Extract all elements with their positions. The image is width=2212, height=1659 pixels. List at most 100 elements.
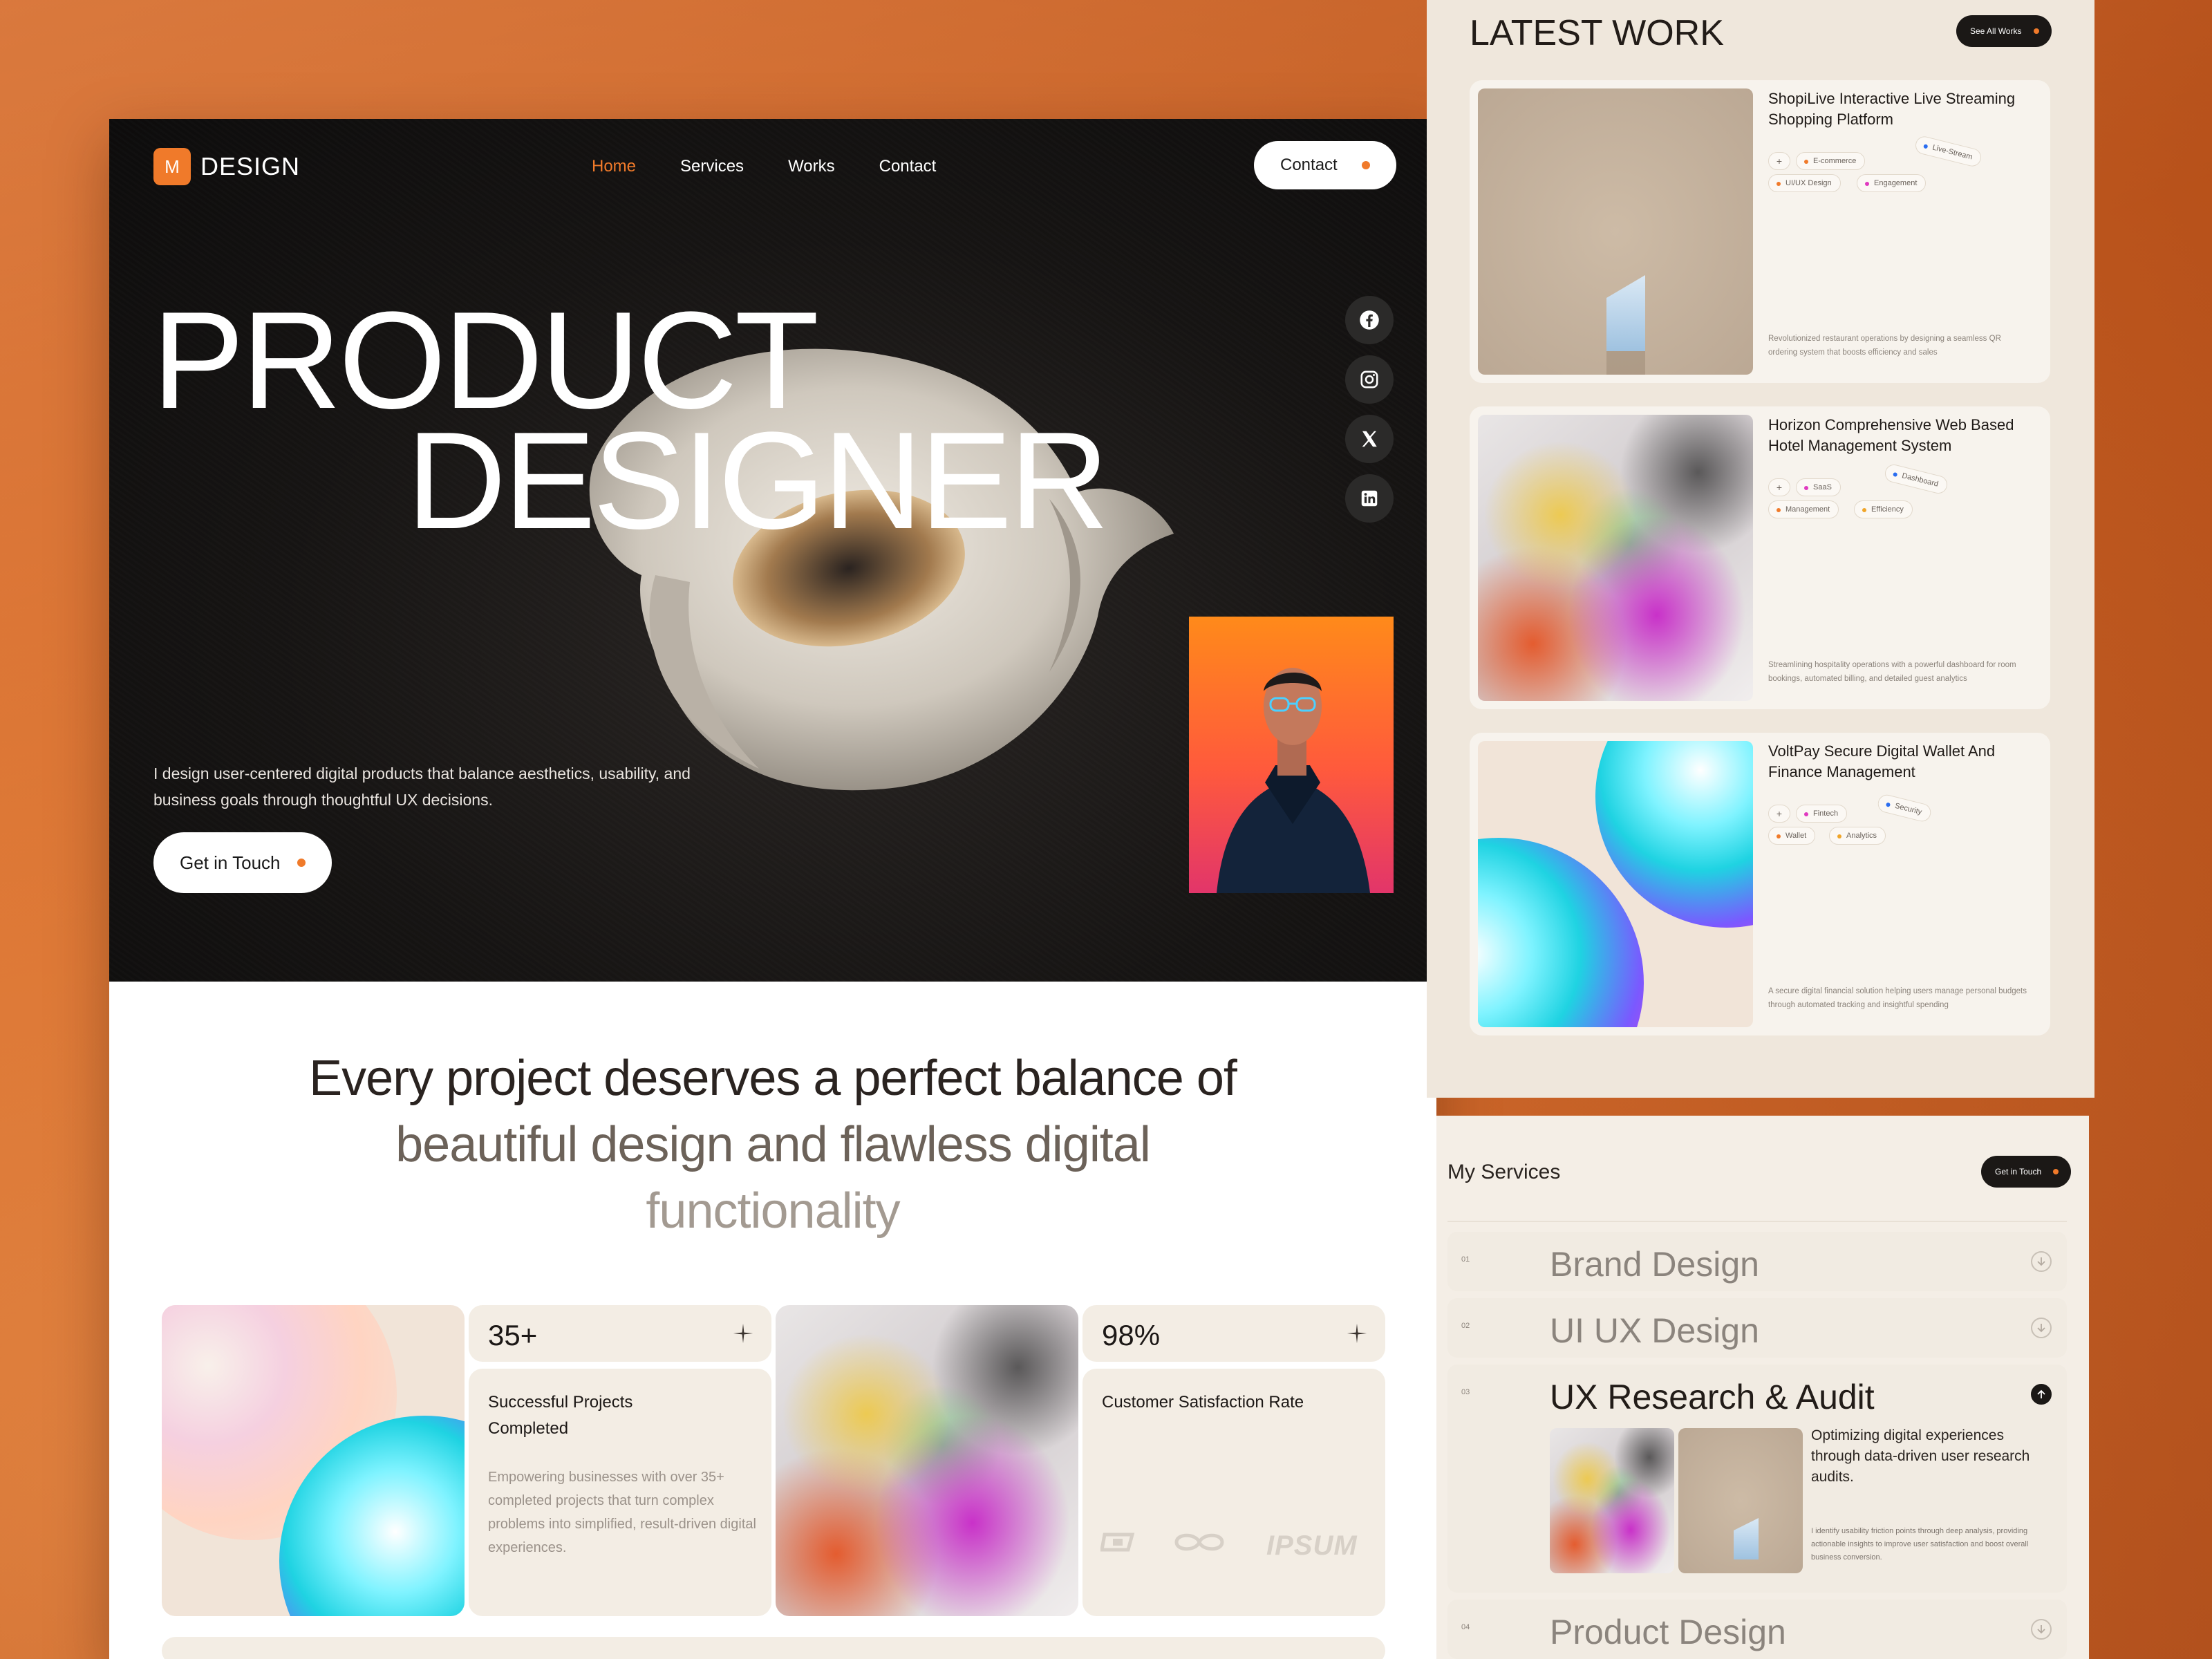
statement-line2: beautiful design and flawless digital bbox=[395, 1117, 1151, 1172]
orb-artwork bbox=[1478, 741, 1753, 1027]
contact-button-label: Contact bbox=[1280, 156, 1338, 174]
add-tag-button[interactable]: + bbox=[1768, 805, 1790, 823]
divider bbox=[1447, 1221, 2067, 1222]
get-in-touch-button[interactable]: Get in Touch bbox=[153, 832, 332, 893]
see-all-works-label: See All Works bbox=[1970, 26, 2022, 36]
beige-wall-artwork bbox=[1478, 88, 1753, 375]
add-tag-button[interactable]: + bbox=[1768, 478, 1790, 496]
arrow-down-icon[interactable] bbox=[2031, 1619, 2052, 1640]
project-thumbnail bbox=[1478, 415, 1753, 701]
tag-engagement: Engagement bbox=[1857, 174, 1927, 192]
tag-saas: SaaS bbox=[1796, 478, 1841, 496]
service-row-ui-ux-design[interactable]: 02 UI UX Design bbox=[1447, 1298, 2067, 1358]
tag-live-stream: Live-Stream bbox=[1913, 134, 1983, 169]
service-lead: Optimizing digital experiences through d… bbox=[1811, 1427, 2030, 1485]
linkedin-button[interactable] bbox=[1345, 474, 1394, 523]
services-panel: My Services Get in Touch 01 Brand Design… bbox=[1436, 1116, 2089, 1659]
project-card-shopilive[interactable]: ShopiLive Interactive Live Streaming Sho… bbox=[1470, 80, 2050, 383]
statement-heading: Every project deserves a perfect balance… bbox=[109, 1045, 1436, 1244]
tag-ui-ux-design: UI/UX Design bbox=[1768, 174, 1841, 192]
tag-efficiency: Efficiency bbox=[1854, 500, 1913, 518]
service-name: Product Design bbox=[1550, 1613, 1786, 1651]
nav-link-services[interactable]: Services bbox=[680, 155, 744, 178]
swirl-artwork-card bbox=[776, 1305, 1078, 1616]
stat-projects-description: Empowering businesses with over 35+ comp… bbox=[488, 1470, 756, 1555]
tag-fintech: Fintech bbox=[1796, 805, 1848, 823]
client-logo-2 bbox=[1174, 1533, 1224, 1551]
facebook-icon bbox=[1360, 310, 1379, 330]
logo-badge[interactable]: M bbox=[153, 148, 191, 185]
project-description: Revolutionized restaurant operations by … bbox=[1768, 335, 2001, 357]
tag-management: Management bbox=[1768, 500, 1839, 518]
service-name: UX Research & Audit bbox=[1550, 1378, 1875, 1416]
swirl-artwork bbox=[776, 1305, 1078, 1616]
nav-link-contact[interactable]: Contact bbox=[879, 155, 937, 178]
service-number: 03 bbox=[1461, 1388, 1470, 1396]
latest-work-title: LATEST WORK bbox=[1470, 13, 1724, 53]
stat-satisfaction-label: Customer Satisfaction Rate bbox=[1102, 1393, 1304, 1412]
arrow-down-icon[interactable] bbox=[2031, 1318, 2052, 1338]
service-row-brand-design[interactable]: 01 Brand Design bbox=[1447, 1232, 2067, 1291]
stat-card-projects-body: Successful Projects Completed Empowering… bbox=[469, 1369, 771, 1616]
linkedin-icon bbox=[1361, 490, 1378, 507]
x-button[interactable] bbox=[1345, 415, 1394, 463]
sparkle-icon bbox=[733, 1323, 753, 1344]
hero-description: I design user-centered digital products … bbox=[153, 765, 691, 809]
tag-dashboard: Dashboard bbox=[1883, 462, 1949, 496]
service-image-1 bbox=[1550, 1428, 1674, 1573]
instagram-icon bbox=[1360, 371, 1378, 388]
arrow-up-icon[interactable] bbox=[2031, 1384, 2052, 1405]
project-name: ShopiLive Interactive Live Streaming Sho… bbox=[1768, 90, 2016, 128]
stat-projects-label: Successful Projects Completed bbox=[488, 1393, 633, 1438]
tag-analytics: Analytics bbox=[1829, 827, 1886, 845]
statement-line1: Every project deserves a perfect balance… bbox=[309, 1051, 1237, 1106]
logo-text[interactable]: DESIGN bbox=[200, 151, 300, 182]
contact-button[interactable]: Contact bbox=[1254, 141, 1396, 189]
portfolio-page-main: M DESIGN Home Services Works Contact Con… bbox=[109, 119, 1436, 1659]
portrait-figure bbox=[1217, 668, 1370, 893]
project-card-voltpay[interactable]: VoltPay Secure Digital Wallet And Financ… bbox=[1470, 733, 2050, 1035]
tag-wallet: Wallet bbox=[1768, 827, 1816, 845]
navbar: M DESIGN Home Services Works Contact Con… bbox=[153, 141, 1396, 192]
stat-card-projects-header: 35+ bbox=[469, 1305, 771, 1362]
project-name: Horizon Comprehensive Web Based Hotel Ma… bbox=[1768, 416, 2014, 454]
facebook-button[interactable] bbox=[1345, 296, 1394, 344]
services-get-in-touch-button[interactable]: Get in Touch bbox=[1981, 1156, 2071, 1188]
add-tag-button[interactable]: + bbox=[1768, 152, 1790, 170]
client-logo-1 bbox=[1100, 1533, 1135, 1552]
next-section-strip bbox=[162, 1637, 1385, 1659]
project-thumbnail bbox=[1478, 88, 1753, 375]
hero-title-line2: DESIGNER bbox=[406, 404, 1109, 558]
accent-dot bbox=[1362, 161, 1370, 169]
nav-link-home[interactable]: Home bbox=[592, 155, 636, 178]
x-icon bbox=[1362, 431, 1377, 447]
service-number: 04 bbox=[1461, 1623, 1470, 1631]
tag-e-commerce: E-commerce bbox=[1796, 152, 1866, 170]
service-row-product-design[interactable]: 04 Product Design bbox=[1447, 1600, 2067, 1659]
beige-wall-artwork bbox=[1678, 1428, 1803, 1573]
tag-security: Security bbox=[1876, 792, 1933, 824]
swirl-artwork bbox=[1550, 1428, 1674, 1573]
get-in-touch-label: Get in Touch bbox=[180, 852, 281, 873]
project-description: A secure digital financial solution help… bbox=[1768, 987, 2027, 1009]
project-card-horizon[interactable]: Horizon Comprehensive Web Based Hotel Ma… bbox=[1470, 406, 2050, 709]
orb-artwork-card bbox=[162, 1305, 465, 1616]
service-row-ux-research-audit[interactable]: 03 UX Research & Audit Optimizing digita… bbox=[1447, 1365, 2067, 1593]
client-logo-ipsum: IPSUM bbox=[1266, 1530, 1358, 1561]
swirl-artwork bbox=[1478, 415, 1753, 701]
nav-link-works[interactable]: Works bbox=[788, 155, 835, 178]
arrow-down-icon[interactable] bbox=[2031, 1251, 2052, 1272]
instagram-button[interactable] bbox=[1345, 355, 1394, 404]
designer-portrait bbox=[1189, 617, 1394, 893]
services-title: My Services bbox=[1447, 1161, 1561, 1183]
stat-projects-value: 35+ bbox=[488, 1319, 538, 1351]
stat-card-satisfaction-body: Customer Satisfaction Rate IPSUM bbox=[1082, 1369, 1385, 1616]
project-thumbnail bbox=[1478, 741, 1753, 1027]
project-name: VoltPay Secure Digital Wallet And Financ… bbox=[1768, 742, 1996, 780]
service-number: 01 bbox=[1461, 1255, 1470, 1264]
latest-work-panel: LATEST WORK See All Works ShopiLive Inte… bbox=[1427, 0, 2094, 1098]
service-name: UI UX Design bbox=[1550, 1311, 1759, 1350]
see-all-works-button[interactable]: See All Works bbox=[1956, 15, 2052, 47]
project-description: Streamlining hospitality operations with… bbox=[1768, 661, 2016, 683]
hero-section: M DESIGN Home Services Works Contact Con… bbox=[109, 119, 1436, 982]
